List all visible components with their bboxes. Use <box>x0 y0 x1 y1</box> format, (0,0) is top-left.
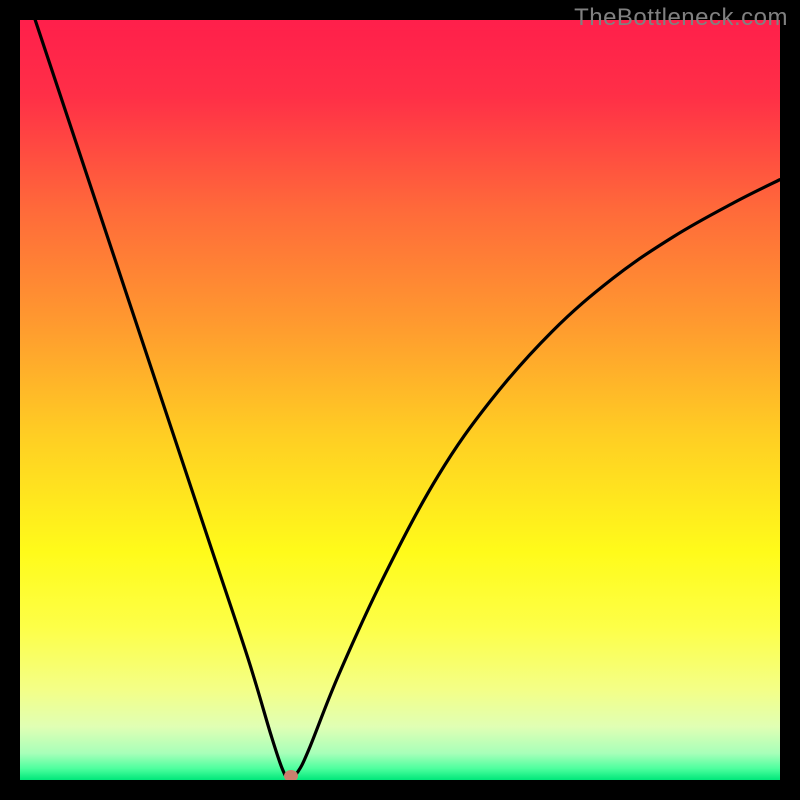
chart-frame: TheBottleneck.com <box>0 0 800 800</box>
watermark-text: TheBottleneck.com <box>574 4 788 32</box>
optimum-marker <box>284 770 298 780</box>
plot-area <box>20 20 780 780</box>
bottleneck-curve <box>20 20 780 780</box>
